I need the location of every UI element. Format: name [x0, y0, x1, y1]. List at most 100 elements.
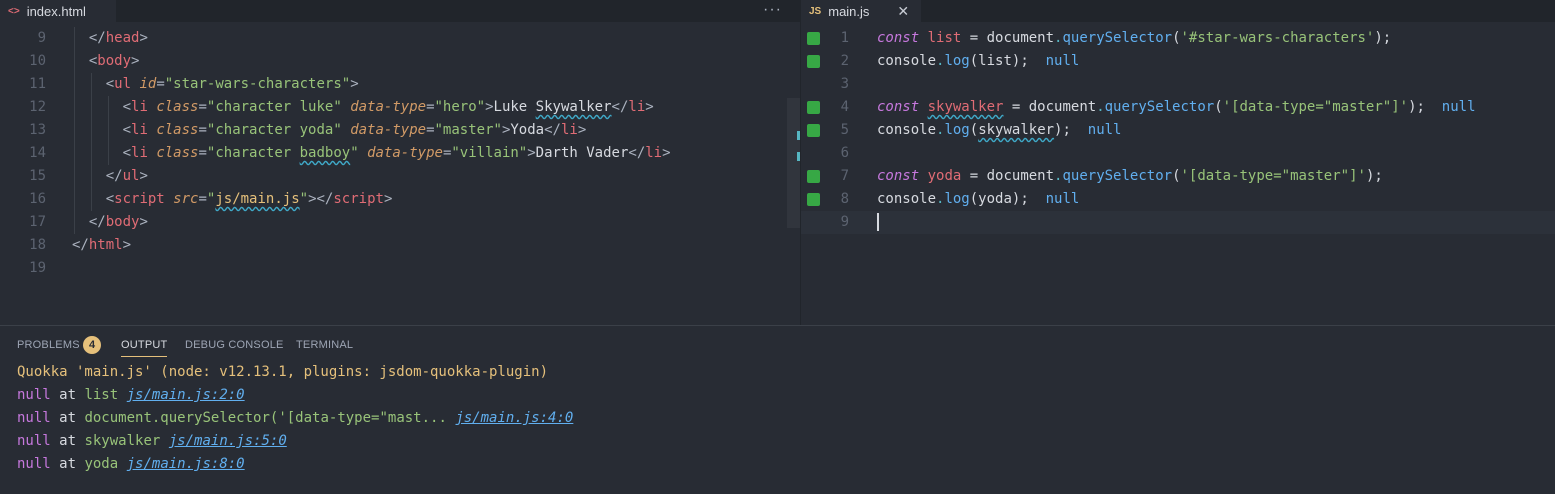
code-line[interactable]: 4 const skywalker = document.querySelecto…: [801, 96, 1555, 119]
code-line[interactable]: 3: [801, 73, 1555, 96]
code-line[interactable]: 9: [801, 211, 1555, 234]
code-line[interactable]: 2 console.log(list); null: [801, 50, 1555, 73]
tab-problems[interactable]: PROBLEMS: [17, 339, 80, 351]
indent-guide: [74, 142, 75, 165]
code-token: "villain": [451, 145, 528, 161]
code-line[interactable]: 18 </html>: [0, 234, 800, 257]
line-text: <li class="character yoda" data-type="ma…: [123, 119, 587, 142]
code-token: document: [986, 168, 1055, 184]
code-token: js/main.js: [215, 191, 300, 207]
output-line: null at list js/main.js:2:0: [17, 384, 573, 407]
tab-main-js[interactable]: JS main.js ✕: [801, 0, 921, 22]
code-line[interactable]: 17 </body>: [0, 211, 800, 234]
code-token: <: [122, 122, 132, 138]
code-token: =: [426, 99, 435, 115]
code-line[interactable]: 1 const list = document.querySelector('#s…: [801, 27, 1555, 50]
code-token: const: [877, 168, 920, 184]
code-token: '[data-type="master"]': [1180, 168, 1366, 184]
code-token: log: [944, 53, 970, 69]
code-token: </: [72, 237, 89, 253]
tab-terminal[interactable]: TERMINAL: [296, 339, 353, 351]
indent-guide: [74, 165, 75, 188]
indent-guide: [74, 188, 75, 211]
tab-debug-console[interactable]: DEBUG CONSOLE: [185, 339, 284, 351]
close-icon[interactable]: ✕: [897, 3, 909, 20]
line-text: </html>: [72, 234, 131, 257]
code-token: const: [877, 99, 920, 115]
output-source-link[interactable]: js/main.js:5:0: [169, 433, 287, 449]
code-token: >: [645, 99, 654, 115]
code-token: data-type: [350, 99, 427, 115]
code-line[interactable]: 16 <script src="js/main.js"></script>: [0, 188, 800, 211]
vertical-scrollbar[interactable]: [787, 98, 800, 228]
line-number: 11: [29, 76, 46, 92]
line-number: 17: [29, 214, 46, 230]
line-text: console.log(skywalker); null: [877, 119, 1121, 142]
code-token: const: [877, 30, 920, 46]
code-token: Skywalker: [535, 99, 612, 115]
code-line[interactable]: 11 <ul id="star-wars-characters">: [0, 73, 800, 96]
left-tab-bar: <> index.html ···: [0, 0, 800, 22]
code-line[interactable]: 9 </head>: [0, 27, 800, 50]
output-at: at: [59, 410, 77, 426]
code-token: li: [131, 145, 148, 161]
code-token: body: [97, 53, 132, 69]
output-expression: list: [84, 387, 119, 403]
output-expression: yoda: [84, 456, 119, 472]
code-line[interactable]: 19: [0, 257, 800, 280]
problems-count-badge: 4: [83, 336, 101, 354]
code-token: >: [383, 191, 393, 207]
code-line[interactable]: 13 <li class="character yoda" data-type="…: [0, 119, 800, 142]
html-code-area[interactable]: 9 </head> 10 <body> 11 <ul id="star-wars-char…: [0, 27, 800, 280]
code-token: id: [139, 76, 157, 92]
indent-guide: [74, 211, 75, 234]
line-number: 6: [840, 145, 849, 161]
code-line[interactable]: 14 <li class="character badboy" data-type…: [0, 142, 800, 165]
code-line[interactable]: 10 <body>: [0, 50, 800, 73]
line-text: const skywalker = document.querySelector…: [877, 96, 1476, 119]
line-text: <body>: [89, 50, 140, 73]
code-token: </: [88, 214, 106, 230]
more-actions-icon[interactable]: ···: [763, 1, 782, 19]
code-token: <: [105, 191, 115, 207]
output-source-link[interactable]: js/main.js:8:0: [127, 456, 245, 472]
code-line[interactable]: 7 const yoda = document.querySelector('[d…: [801, 165, 1555, 188]
output-line: null at yoda js/main.js:8:0: [17, 453, 573, 476]
code-token: >: [485, 99, 494, 115]
code-token: (: [969, 122, 979, 138]
output-at: at: [59, 433, 77, 449]
code-token: yoda: [927, 168, 962, 184]
line-text: const list = document.querySelector('#st…: [877, 27, 1391, 50]
indent-guide: [90, 165, 92, 188]
code-token: =: [426, 122, 435, 138]
code-token: </: [544, 122, 561, 138]
code-token: Yoda: [510, 122, 545, 138]
line-number: 10: [29, 53, 46, 69]
line-number: 4: [840, 99, 849, 115]
output-source-link[interactable]: js/main.js:2:0: [127, 387, 245, 403]
line-text: </head>: [89, 27, 148, 50]
code-token: >: [139, 214, 148, 230]
code-token: '[data-type="master"]': [1222, 99, 1409, 115]
code-token: null: [1087, 122, 1122, 138]
code-token: ": [299, 191, 309, 207]
line-text: <ul id="star-wars-characters">: [106, 73, 359, 96]
js-code-area[interactable]: 1 const list = document.querySelector('#s…: [801, 27, 1555, 234]
js-file-icon: JS: [809, 5, 822, 17]
code-line[interactable]: 6: [801, 142, 1555, 165]
output-source-link[interactable]: js/main.js:4:0: [455, 410, 573, 426]
left-editor-pane: <> index.html ··· 9 </head> 10 <body> 11 <ul …: [0, 0, 800, 325]
code-line[interactable]: 15 </ul>: [0, 165, 800, 188]
line-number: 13: [29, 122, 46, 138]
code-line[interactable]: 12 <li class="character luke" data-type="…: [0, 96, 800, 119]
code-line[interactable]: 8 console.log(yoda); null: [801, 188, 1555, 211]
code-token: );: [1408, 99, 1442, 115]
line-text: <li class="character badboy" data-type="…: [123, 142, 671, 165]
code-token: =: [198, 122, 207, 138]
code-token: script: [114, 191, 165, 207]
tab-index-html[interactable]: <> index.html: [0, 0, 116, 22]
code-token: null: [1045, 191, 1080, 207]
code-line[interactable]: 5 console.log(skywalker); null: [801, 119, 1555, 142]
tab-output[interactable]: OUTPUT: [121, 339, 168, 357]
